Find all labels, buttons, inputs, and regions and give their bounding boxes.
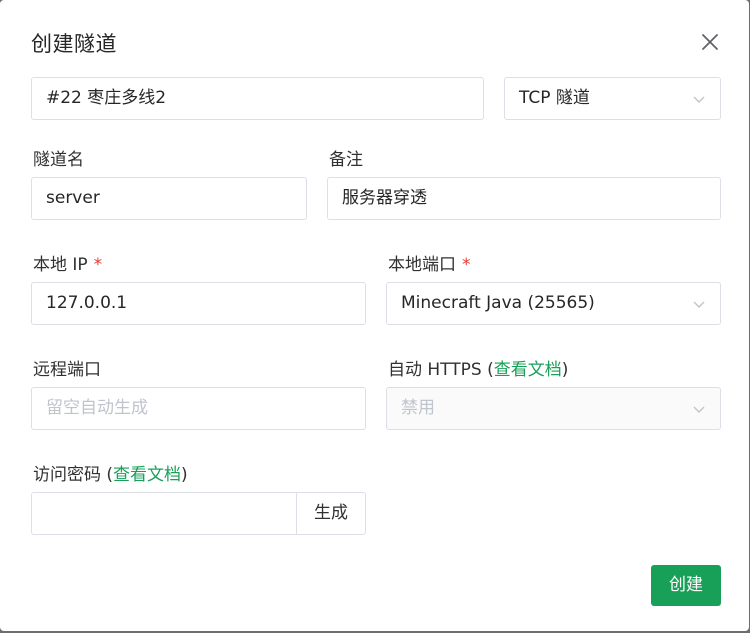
generate-password-button[interactable]: 生成	[296, 492, 366, 535]
remote-port-input[interactable]: 留空自动生成	[31, 387, 366, 430]
auto-https-docs-link[interactable]: 查看文档	[494, 360, 562, 380]
remote-port-placeholder: 留空自动生成	[46, 398, 148, 418]
local-port-select[interactable]: Minecraft Java (25565)	[386, 282, 721, 325]
local-port-value: Minecraft Java (25565)	[401, 293, 595, 313]
auto-https-label: 自动 HTTPS (查看文档)	[388, 355, 568, 380]
local-port-label: 本地端口 *	[388, 250, 471, 275]
local-ip-label: 本地 IP *	[33, 250, 102, 275]
chevron-down-icon	[693, 406, 705, 413]
tunnel-name-value: server	[46, 188, 100, 208]
required-mark: *	[93, 255, 103, 275]
access-password-label-prefix: 访问密码 (	[33, 465, 114, 485]
node-select[interactable]: #22 枣庄多线2	[31, 77, 484, 120]
required-mark: *	[462, 255, 471, 275]
dialog-title: 创建隧道	[31, 32, 117, 56]
local-ip-value: 127.0.0.1	[46, 293, 128, 313]
create-tunnel-dialog: 创建隧道 #22 枣庄多线2 TCP 隧道 隧道名 server 备注 服务器穿…	[0, 0, 749, 631]
tunnel-type-select[interactable]: TCP 隧道	[504, 77, 721, 120]
close-button[interactable]	[696, 28, 724, 56]
auto-https-label-suffix: )	[561, 360, 569, 380]
chevron-down-icon	[693, 96, 705, 103]
access-password-label: 访问密码 (查看文档)	[33, 460, 188, 485]
remark-value: 服务器穿透	[342, 188, 427, 208]
tunnel-type-value: TCP 隧道	[519, 88, 590, 108]
access-password-input[interactable]	[31, 492, 297, 535]
tunnel-name-input[interactable]: server	[31, 177, 307, 220]
local-ip-label-text: 本地 IP	[33, 255, 88, 275]
auto-https-select[interactable]: 禁用	[386, 387, 721, 430]
remote-port-label: 远程端口	[33, 360, 101, 380]
access-password-docs-link[interactable]: 查看文档	[113, 465, 181, 485]
tunnel-name-label: 隧道名	[33, 150, 84, 170]
node-select-value: #22 枣庄多线2	[46, 88, 167, 108]
local-ip-input[interactable]: 127.0.0.1	[31, 282, 366, 325]
auto-https-label-prefix: 自动 HTTPS (	[388, 360, 494, 380]
auto-https-value: 禁用	[401, 398, 435, 418]
access-password-label-suffix: )	[181, 465, 188, 485]
local-port-label-text: 本地端口	[388, 255, 456, 275]
chevron-down-icon	[693, 301, 705, 308]
remark-input[interactable]: 服务器穿透	[327, 177, 721, 220]
remark-label: 备注	[329, 150, 363, 170]
create-button[interactable]: 创建	[651, 565, 721, 606]
close-icon	[702, 34, 718, 50]
